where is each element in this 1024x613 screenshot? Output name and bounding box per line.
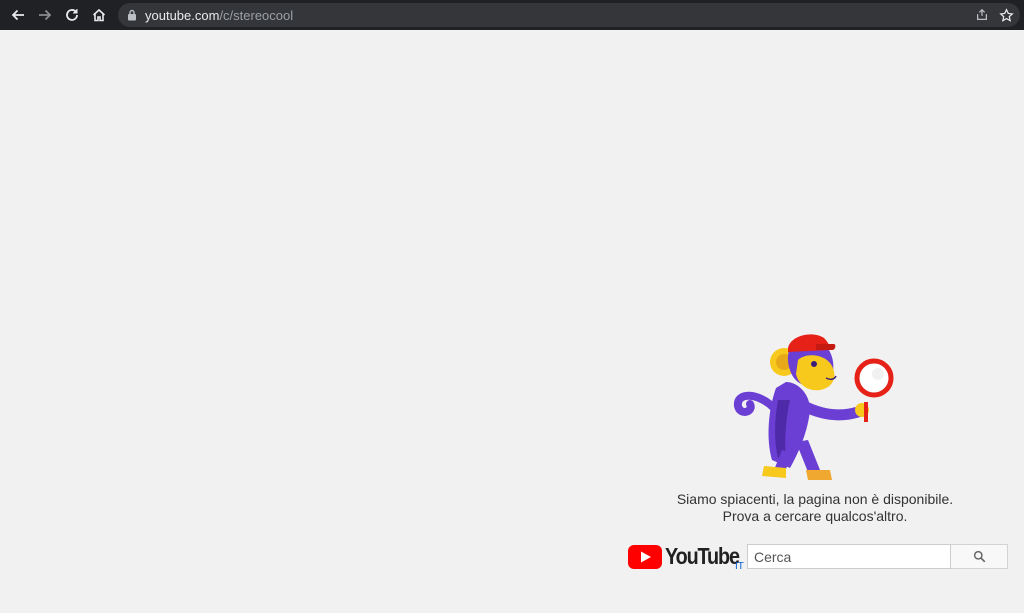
error-line-1: Siamo spiacenti, la pagina non è disponi… [676, 491, 954, 507]
error-line-2: Prova a cercare qualcos'altro. [722, 508, 908, 524]
reload-button[interactable] [62, 5, 82, 25]
share-icon [977, 8, 987, 20]
monkey-illustration [734, 334, 894, 480]
lock-icon [128, 9, 136, 21]
omnibox-actions [974, 7, 1014, 23]
reload-icon [66, 9, 78, 21]
back-arrow-icon [11, 9, 24, 21]
search-icon [973, 550, 985, 563]
youtube-wordmark: YouTube [665, 543, 740, 569]
star-icon [998, 7, 1014, 22]
forward-arrow-icon [39, 9, 52, 21]
address-bar[interactable]: youtube.com/c/stereocool [118, 3, 1020, 27]
search-form [747, 544, 1008, 569]
youtube-play-icon [628, 545, 662, 569]
bookmark-button[interactable] [998, 7, 1014, 23]
browser-toolbar: youtube.com/c/stereocool [0, 0, 1024, 30]
home-icon [92, 8, 106, 22]
error-message: Siamo spiacenti, la pagina non è disponi… [660, 491, 970, 525]
search-input[interactable] [747, 544, 951, 569]
url-text: youtube.com/c/stereocool [145, 8, 293, 23]
url-host: youtube.com [145, 7, 220, 23]
forward-button[interactable] [35, 5, 55, 25]
back-button[interactable] [8, 5, 28, 25]
country-code: IT [735, 561, 744, 572]
share-button[interactable] [974, 7, 990, 23]
url-path: /c/stereocool [219, 7, 294, 23]
search-button[interactable] [951, 544, 1008, 569]
youtube-logo[interactable]: YouTube IT [628, 543, 746, 573]
home-button[interactable] [89, 5, 109, 25]
